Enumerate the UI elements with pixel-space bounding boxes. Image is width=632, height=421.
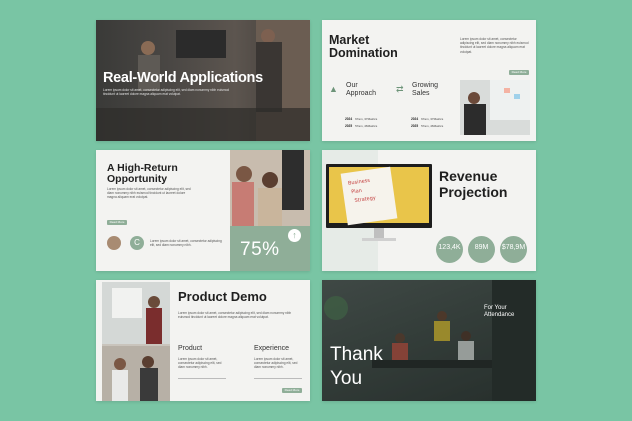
wall-screen xyxy=(176,30,226,58)
slide-body-text: Lorem ipsum dolor sit amet, consectetur … xyxy=(460,37,529,54)
title-line: Market xyxy=(329,33,370,47)
approach-column: Our Approach xyxy=(346,82,376,97)
whiteboard xyxy=(112,288,142,318)
thumbs-up-icon: ▲ xyxy=(329,84,338,94)
divider xyxy=(178,378,226,379)
stat-circle: 89M xyxy=(468,236,495,263)
testimonial-text: Lorem ipsum dolor sit amet, consectetur … xyxy=(150,239,222,248)
presenter-head xyxy=(261,29,275,43)
percentage-panel: ↑ 75% xyxy=(230,226,310,271)
percentage-value: 75% xyxy=(240,239,280,260)
thank-line: Thank xyxy=(330,344,383,365)
whiteboard xyxy=(490,80,530,120)
column-text: Lorem ipsum dolor sit amet, consectetur … xyxy=(178,357,222,370)
stat-row: 2024 67am, 37Matrics xyxy=(411,117,444,121)
slide-title: Revenue Projection xyxy=(439,168,507,200)
monitor-illustration: Business Plan Strategy xyxy=(326,164,432,241)
divider xyxy=(254,378,302,379)
stat-value: 89M xyxy=(474,244,489,251)
presenter-scene xyxy=(464,80,530,135)
slide-real-world-applications[interactable]: Real-World Applications Lorem ipsum dolo… xyxy=(96,20,310,141)
person-body xyxy=(232,182,254,226)
thank-line: You xyxy=(330,368,363,389)
sticky-note xyxy=(514,94,520,99)
title-line: Projection xyxy=(439,184,508,200)
team-photo xyxy=(230,150,310,226)
person-head xyxy=(236,166,252,182)
slide-title: Real-World Applications xyxy=(103,70,263,86)
person-head xyxy=(262,172,278,188)
attendance-line: Attendance xyxy=(484,312,515,318)
slide-market-domination[interactable]: Market Domination Lorem ipsum dolor sit … xyxy=(322,20,536,141)
thank-you-text: Thank You xyxy=(330,343,383,391)
slide-revenue-projection[interactable]: Business Plan Strategy Revenue Projectio… xyxy=(322,150,536,271)
column-title: Experience xyxy=(254,345,290,352)
person-head xyxy=(142,356,154,368)
column-title: Product xyxy=(178,345,203,352)
stat-row: 2025 57am, 46Matrics xyxy=(345,124,378,128)
demo-scene xyxy=(102,282,170,401)
slide-high-return-opportunity[interactable]: A High-Return Opportunity Lorem ipsum do… xyxy=(96,150,310,271)
attendance-line: For Your xyxy=(484,305,507,311)
avatar xyxy=(107,236,121,250)
stat-value: $78,9M xyxy=(501,244,526,251)
read-more-button[interactable]: Read More xyxy=(282,388,302,393)
stat-row: 2024 67am, 37Matrics xyxy=(345,117,378,121)
sticky-note xyxy=(504,88,510,93)
attendance-text: For Your Attendance xyxy=(484,305,514,319)
slide-title: A High-Return Opportunity xyxy=(107,163,178,185)
person-body xyxy=(112,370,128,401)
arrow-up-icon: ↑ xyxy=(288,229,301,242)
monitor-neck xyxy=(374,228,384,238)
slide-body-text: Lorem ipsum dolor sit amet, consectetur … xyxy=(178,311,292,320)
floor-shadow xyxy=(96,108,310,141)
read-more-button[interactable]: Read More xyxy=(509,70,529,75)
slide-title: Market Domination xyxy=(329,34,398,60)
stat-circle: 123,4K xyxy=(436,236,463,263)
title-line: Opportunity xyxy=(107,173,168,185)
read-more-button[interactable]: Read More xyxy=(107,220,127,225)
person-body xyxy=(146,308,162,344)
title-line: Domination xyxy=(329,46,398,60)
stat-value: 123,4K xyxy=(438,244,461,251)
slide-body-text: Lorem ipsum dolor sit amet, consectetur … xyxy=(103,88,230,97)
slide-title: Product Demo xyxy=(178,289,267,304)
person-head xyxy=(468,92,480,104)
column-text: Lorem ipsum dolor sit amet, consectetur … xyxy=(254,357,298,370)
demo-photo-collage xyxy=(102,282,170,401)
person-head xyxy=(141,41,155,55)
avatar-initial: C xyxy=(130,236,144,250)
sales-column: Growing Sales xyxy=(412,82,438,97)
person-body xyxy=(464,104,486,135)
slide-body-text: Lorem ipsum dolor sit amet, consectetur … xyxy=(107,187,191,200)
shuffle-icon: ⇄ xyxy=(396,84,404,94)
column-title: Growing Sales xyxy=(412,82,439,97)
slide-product-demo[interactable]: Product Demo Lorem ipsum dolor sit amet,… xyxy=(96,280,310,401)
title-line: Revenue xyxy=(439,168,498,184)
presenter-photo xyxy=(460,80,530,135)
person-body xyxy=(140,368,158,401)
stat-circle: $78,9M xyxy=(500,236,527,263)
person-head xyxy=(114,358,126,370)
monitor-stand xyxy=(362,238,396,241)
slide-thank-you[interactable]: For Your Attendance Thank You xyxy=(322,280,536,401)
standing-person xyxy=(282,150,304,210)
column-title: Our Approach xyxy=(346,82,376,97)
stat-row: 2025 57am, 46Matrics xyxy=(411,124,444,128)
team-scene xyxy=(230,150,310,226)
person-head xyxy=(148,296,160,308)
person-body xyxy=(258,188,282,226)
